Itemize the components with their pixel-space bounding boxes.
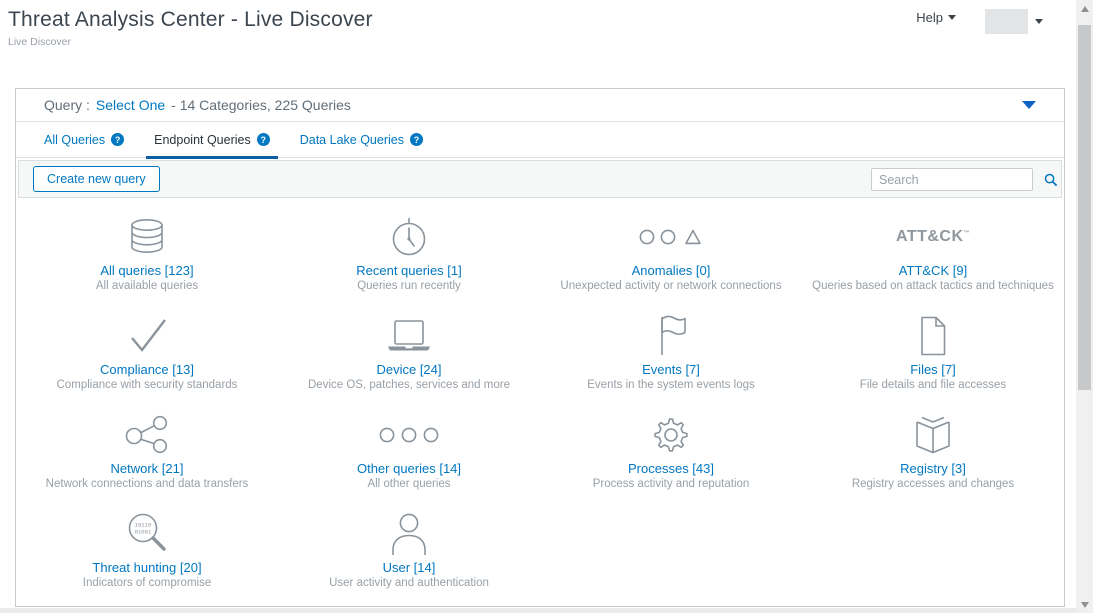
search-icon[interactable]	[1044, 173, 1058, 187]
gear-icon	[540, 412, 802, 458]
category-link-compliance[interactable]: Compliance [13]	[16, 362, 278, 377]
category-card-events[interactable]: Events [7] Events in the system events lo…	[540, 305, 802, 404]
category-card-network[interactable]: Network [21] Network connections and data…	[16, 404, 278, 503]
category-link-processes[interactable]: Processes [43]	[540, 461, 802, 476]
tab-label: Data Lake Queries	[300, 133, 404, 147]
tab-all-queries[interactable]: All Queries?	[44, 122, 124, 158]
svg-text:01001: 01001	[135, 529, 152, 536]
category-description: Device OS, patches, services and more	[278, 379, 540, 391]
query-label: Query :	[44, 97, 90, 113]
category-description: Unexpected activity or network connectio…	[540, 280, 802, 292]
category-card-anomalies[interactable]: Anomalies [0] Unexpected activity or netw…	[540, 206, 802, 305]
category-card-files[interactable]: Files [7] File details and file accesses	[802, 305, 1064, 404]
file-icon	[802, 313, 1064, 359]
flag-icon	[540, 313, 802, 359]
attack-wordmark-icon: ATT&CK™	[802, 214, 1064, 260]
category-link-all-queries[interactable]: All queries [123]	[16, 263, 278, 278]
tabs: All Queries?Endpoint Queries?Data Lake Q…	[16, 122, 1064, 158]
category-link-events[interactable]: Events [7]	[540, 362, 802, 377]
question-icon[interactable]: ?	[111, 133, 124, 146]
page-header: Threat Analysis Center - Live Discover L…	[0, 0, 1076, 60]
category-grid: All queries [123] All available queries R…	[16, 200, 1064, 602]
category-link-user[interactable]: User [14]	[278, 560, 540, 575]
create-new-query-button[interactable]: Create new query	[33, 166, 160, 192]
category-link-other-queries[interactable]: Other queries [14]	[278, 461, 540, 476]
app-window: Threat Analysis Center - Live Discover L…	[0, 0, 1093, 613]
search-input[interactable]	[872, 173, 1044, 187]
open-book-icon	[802, 412, 1064, 458]
scroll-down-arrow[interactable]	[1076, 596, 1093, 613]
category-description: Compliance with security standards	[16, 379, 278, 391]
magnifier-binary-icon: 10110 01001	[16, 511, 278, 557]
clock-icon	[278, 214, 540, 260]
category-link-threat-hunting[interactable]: Threat hunting [20]	[16, 560, 278, 575]
category-card-att-ck[interactable]: ATT&CK™ ATT&CK [9] Queries based on attack…	[802, 206, 1064, 305]
category-description: Process activity and reputation	[540, 478, 802, 490]
tab-data-lake-queries[interactable]: Data Lake Queries?	[300, 122, 423, 158]
category-description: All other queries	[278, 478, 540, 490]
category-card-processes[interactable]: Processes [43] Process activity and reput…	[540, 404, 802, 503]
laptop-icon	[278, 313, 540, 359]
category-description: Network connections and data transfers	[16, 478, 278, 490]
category-card-registry[interactable]: Registry [3] Registry accesses and change…	[802, 404, 1064, 503]
category-description: Events in the system events logs	[540, 379, 802, 391]
query-summary: - 14 Categories, 225 Queries	[171, 97, 351, 113]
category-description: All available queries	[16, 280, 278, 292]
category-description: Registry accesses and changes	[802, 478, 1064, 490]
help-label: Help	[916, 10, 943, 25]
category-link-files[interactable]: Files [7]	[802, 362, 1064, 377]
category-description: Indicators of compromise	[16, 577, 278, 589]
category-link-registry[interactable]: Registry [3]	[802, 461, 1064, 476]
svg-text:10110: 10110	[135, 522, 152, 529]
query-bar[interactable]: Query : Select One - 14 Categories, 225 …	[16, 89, 1064, 122]
category-card-all-queries[interactable]: All queries [123] All available queries	[16, 206, 278, 305]
category-card-other-queries[interactable]: Other queries [14] All other queries	[278, 404, 540, 503]
category-description: User activity and authentication	[278, 577, 540, 589]
three-circles-icon	[278, 412, 540, 458]
checkmark-icon	[16, 313, 278, 359]
category-description: Queries based on attack tactics and tech…	[802, 280, 1064, 292]
category-link-network[interactable]: Network [21]	[16, 461, 278, 476]
category-card-user[interactable]: User [14] User activity and authenticatio…	[278, 503, 540, 602]
scroll-up-arrow[interactable]	[1076, 0, 1093, 17]
question-icon[interactable]: ?	[410, 133, 423, 146]
vertical-scrollbar[interactable]	[1076, 0, 1093, 613]
breadcrumb: Live Discover	[8, 36, 71, 48]
database-icon	[16, 214, 278, 260]
tab-label: All Queries	[44, 133, 105, 147]
chevron-down-icon	[948, 15, 956, 20]
category-link-att-ck[interactable]: ATT&CK [9]	[802, 263, 1064, 278]
anomalies-shapes-icon	[540, 214, 802, 260]
query-select-link[interactable]: Select One	[96, 97, 165, 113]
category-card-compliance[interactable]: Compliance [13] Compliance with security …	[16, 305, 278, 404]
category-card-device[interactable]: Device [24] Device OS, patches, services …	[278, 305, 540, 404]
tab-label: Endpoint Queries	[154, 133, 251, 147]
category-card-recent-queries[interactable]: Recent queries [1] Queries run recently	[278, 206, 540, 305]
toolbar: Create new query	[18, 160, 1062, 198]
chevron-down-icon[interactable]	[1022, 101, 1036, 109]
tab-endpoint-queries[interactable]: Endpoint Queries?	[154, 122, 270, 158]
page-title: Threat Analysis Center - Live Discover	[8, 8, 373, 32]
category-link-device[interactable]: Device [24]	[278, 362, 540, 377]
help-menu[interactable]: Help	[916, 10, 956, 25]
query-panel: Query : Select One - 14 Categories, 225 …	[15, 88, 1065, 607]
search-box	[871, 168, 1033, 191]
scrollbar-thumb[interactable]	[1078, 25, 1091, 390]
category-description: File details and file accesses	[802, 379, 1064, 391]
category-link-recent-queries[interactable]: Recent queries [1]	[278, 263, 540, 278]
category-link-anomalies[interactable]: Anomalies [0]	[540, 263, 802, 278]
chevron-down-icon[interactable]	[1035, 19, 1043, 24]
question-icon[interactable]: ?	[257, 133, 270, 146]
avatar[interactable]	[985, 9, 1028, 34]
category-description: Queries run recently	[278, 280, 540, 292]
network-nodes-icon	[16, 412, 278, 458]
person-icon	[278, 511, 540, 557]
category-card-threat-hunting[interactable]: 10110 01001 Threat hunting [20] Indicator…	[16, 503, 278, 602]
horizontal-scrollbar[interactable]	[0, 608, 1076, 613]
